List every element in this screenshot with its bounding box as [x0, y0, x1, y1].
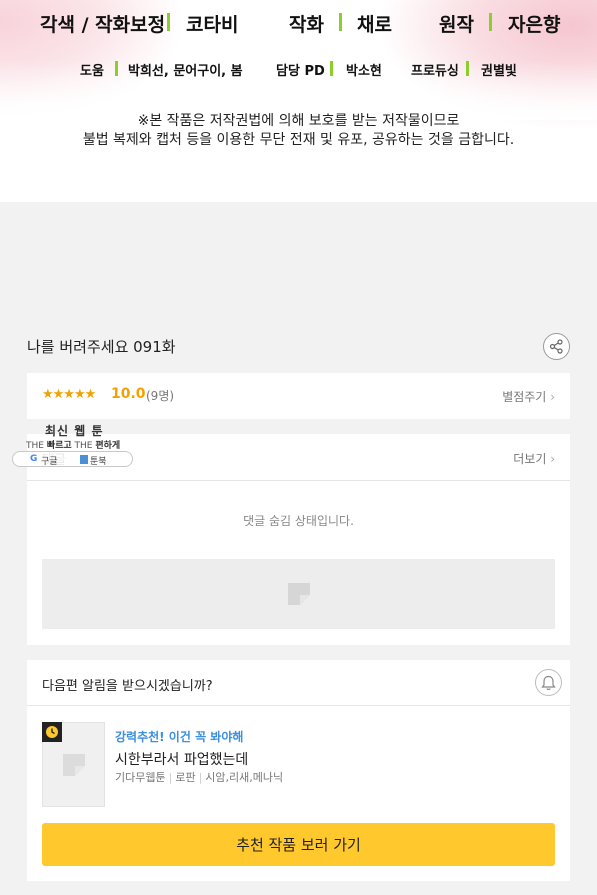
widget-slogan: THE 빠르고 THE 편하게 — [26, 441, 121, 451]
credit-divider — [489, 13, 492, 31]
copyright-notice: ※본 작품은 저작권법에 의해 보호를 받는 저작물이므로 불법 복제와 캡처 … — [82, 113, 515, 148]
credit-divider — [167, 13, 170, 31]
bell-icon — [541, 675, 556, 690]
credit-role-producing: 프로듀싱 — [411, 64, 459, 79]
credit-name-pd: 박소현 — [346, 64, 382, 79]
image-placeholder-icon — [287, 583, 310, 605]
widget-pill[interactable]: G 구글 툰북 — [12, 451, 133, 467]
chevron-right-icon: › — [550, 390, 555, 404]
floating-webtoon-widget[interactable]: 최신 웹 툰 THE 빠르고 THE 편하게 G 구글 툰북 — [12, 420, 136, 468]
comment-hidden-message: 댓글 숨김 상태입니다. — [243, 514, 354, 528]
share-button[interactable] — [543, 333, 570, 360]
credit-role-pd: 담당 PD — [276, 64, 325, 79]
notification-bell-button[interactable] — [535, 669, 562, 696]
rating-score: 10.0 — [111, 386, 146, 402]
recommendation-title[interactable]: 시한부라서 파업했는데 — [115, 749, 248, 769]
credit-divider — [466, 61, 469, 76]
credit-role-art: 작화 — [289, 14, 324, 36]
credit-divider — [339, 13, 342, 31]
notification-header: 다음편 알림을 받으시겠습니까? — [27, 660, 570, 706]
episode-title: 나를 버려주세요 091화 — [27, 338, 176, 356]
share-icon — [549, 339, 563, 354]
credit-divider — [115, 61, 118, 76]
rate-button[interactable]: 별점주기 › — [502, 388, 555, 405]
wait-free-badge — [42, 722, 62, 742]
rating-count: (9명) — [146, 389, 175, 403]
ad-placeholder[interactable] — [42, 559, 555, 629]
recommendation-tag: 강력추천! 이건 꼭 봐야해 — [115, 730, 244, 744]
next-episode-notification-card: 다음편 알림을 받으시겠습니까? 강력추천! 이건 꼭 봐야해 시한부라서 파업… — [27, 660, 570, 881]
credit-name-original: 자은향 — [508, 14, 561, 36]
credit-divider — [330, 61, 333, 76]
chevron-right-icon: › — [550, 452, 555, 466]
flag-icon — [80, 455, 88, 464]
rating-stars: ★★★★★ — [42, 387, 96, 402]
credit-name-help: 박희선, 문어구이, 봄 — [128, 64, 243, 79]
credits-panel: 각색 / 작화보정 코타비 작화 채로 원작 자은향 도움 박희선, 문어구이,… — [0, 0, 597, 202]
image-placeholder-icon — [62, 753, 85, 776]
comment-more-button[interactable]: 더보기 › — [513, 450, 555, 467]
widget-title: 최신 웹 툰 — [45, 424, 104, 438]
credit-name-art: 채로 — [357, 14, 392, 36]
credit-name-producing: 권별빛 — [481, 64, 517, 79]
credit-name-adaptation: 코타비 — [186, 14, 239, 36]
notification-question: 다음편 알림을 받으시겠습니까? — [42, 679, 213, 694]
credit-role-help: 도움 — [80, 64, 104, 79]
recommendation-cta-button[interactable]: 추천 작품 보러 가기 — [42, 823, 555, 866]
credit-role-adaptation: 각색 / 작화보정 — [40, 14, 166, 36]
rating-card: ★★★★★ 10.0 (9명) 별점주기 › — [27, 373, 570, 419]
recommendation-meta: 기다무웹툰 | 로판 | 시암,리새,메나닉 — [115, 771, 284, 784]
clock-icon — [46, 726, 58, 738]
google-icon: G — [30, 454, 38, 464]
credit-role-original: 원작 — [439, 14, 474, 36]
